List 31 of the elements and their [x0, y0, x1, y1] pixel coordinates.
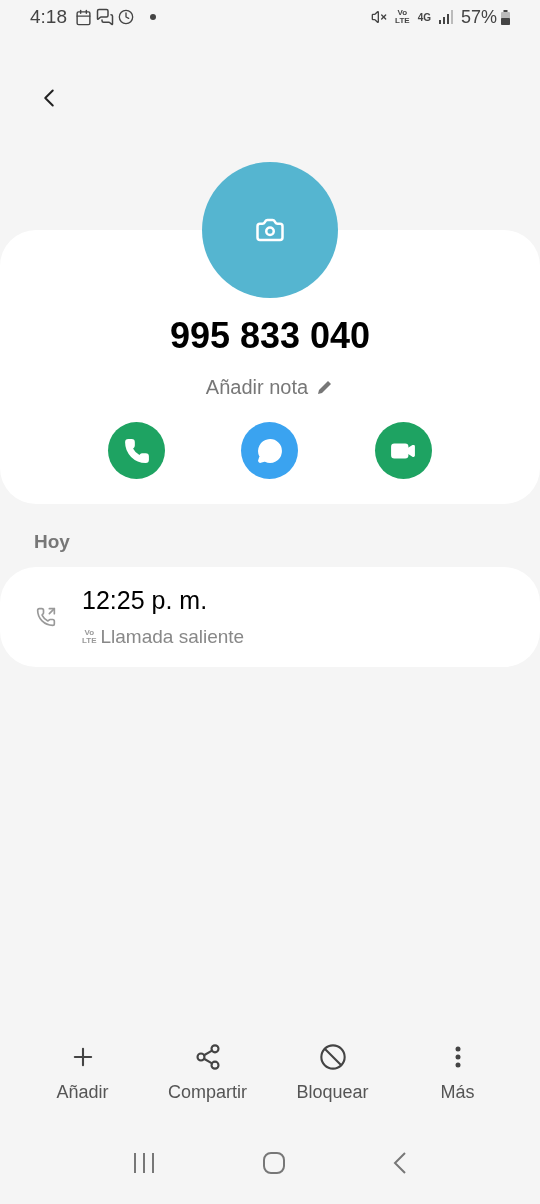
recent-apps-icon[interactable] — [133, 1152, 156, 1174]
toolbar-button[interactable]: Bloquear — [272, 1043, 393, 1106]
phone-number: 995 833 040 — [169, 318, 371, 354]
call-button[interactable] — [108, 422, 166, 479]
mute-icon — [371, 9, 388, 25]
battery-level: 57% — [460, 5, 497, 29]
call-time: 12:25 p. m. — [82, 584, 209, 616]
network-type: 4G — [417, 10, 431, 25]
signal-icon — [438, 10, 453, 24]
status-time: 4:18 — [30, 4, 67, 29]
section-heading: Hoy — [34, 530, 71, 554]
chat-icon — [96, 8, 114, 26]
back-icon[interactable] — [392, 1151, 407, 1175]
block-icon — [318, 1043, 347, 1071]
toolbar-button[interactable]: Compartir — [147, 1043, 268, 1106]
speech-bubble-icon — [257, 437, 283, 464]
phone-icon — [123, 437, 150, 464]
call-type: Llamada saliente — [100, 625, 245, 649]
outgoing-call-icon — [36, 606, 56, 627]
toolbar-button[interactable]: Más — [397, 1043, 518, 1106]
video-call-button[interactable] — [374, 422, 432, 479]
battery-icon — [501, 9, 510, 25]
more-icon — [454, 1046, 461, 1068]
volte-indicator: Vo LTE — [82, 629, 97, 646]
clock-icon — [118, 9, 134, 25]
volte-indicator: Vo LTE — [395, 9, 410, 25]
add-note-button[interactable]: Añadir nota — [205, 372, 335, 402]
message-button[interactable] — [241, 422, 299, 479]
calendar-icon — [75, 8, 92, 26]
toolbar-button[interactable]: Añadir — [22, 1043, 143, 1106]
home-icon[interactable] — [262, 1151, 286, 1175]
